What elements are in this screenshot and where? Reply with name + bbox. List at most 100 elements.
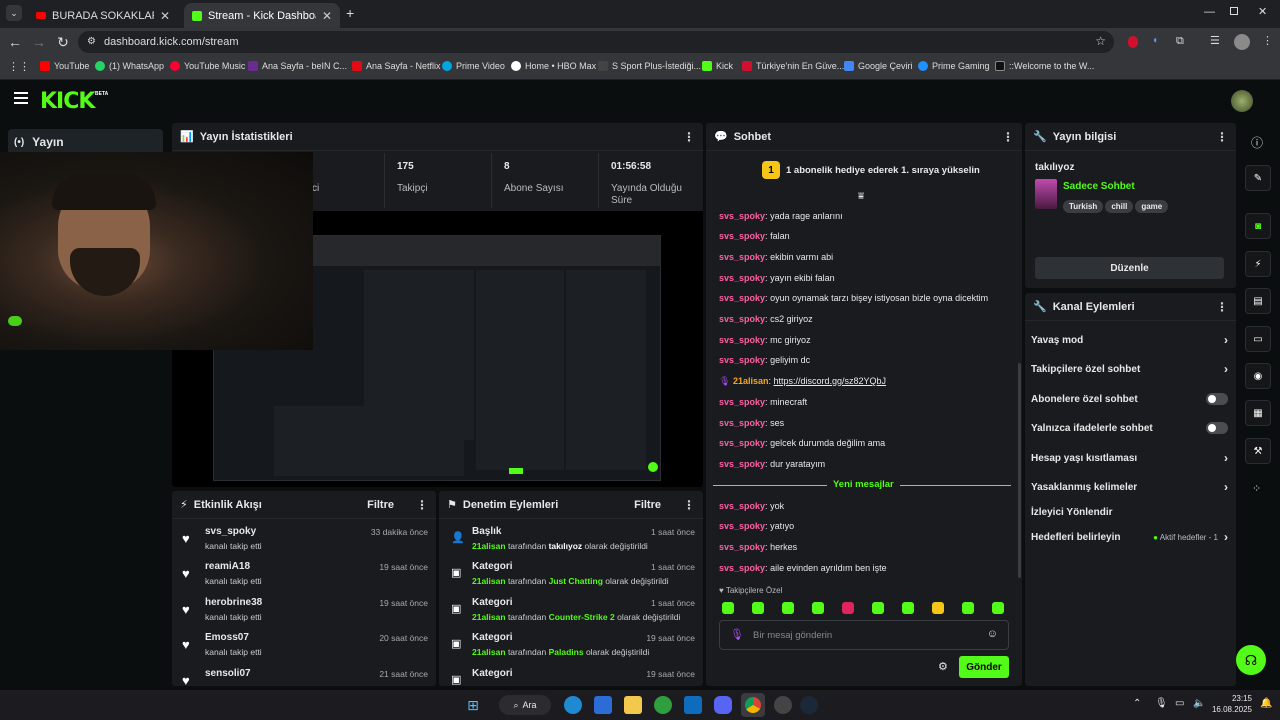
filter-button[interactable]: Filtre bbox=[367, 499, 394, 511]
clock[interactable]: 23:15 16.08.2025 bbox=[1210, 693, 1252, 715]
minimize-icon[interactable]: — bbox=[1204, 6, 1215, 18]
activity-user[interactable]: svs_spoky bbox=[205, 526, 256, 537]
camera-icon[interactable]: ◙ bbox=[1245, 213, 1271, 239]
emote-icon[interactable] bbox=[902, 602, 914, 614]
outlook-icon[interactable] bbox=[684, 696, 702, 714]
mod-value[interactable]: Counter-Strike 2 bbox=[549, 612, 615, 622]
bookmark-welcome[interactable]: ::Welcome to the W... bbox=[995, 61, 1094, 71]
explorer-icon[interactable] bbox=[624, 696, 642, 714]
kick-logo[interactable]: KICK bbox=[40, 89, 95, 114]
tag[interactable]: game bbox=[1135, 200, 1169, 213]
chat-settings-icon[interactable]: ⚙ bbox=[938, 660, 948, 673]
subscribers-chat-toggle[interactable] bbox=[1206, 393, 1228, 405]
forward-icon[interactable]: → bbox=[30, 33, 48, 51]
store-icon[interactable] bbox=[594, 696, 612, 714]
network-icon[interactable]: ▭ bbox=[1175, 698, 1184, 709]
support-icon[interactable]: ☊ bbox=[1236, 645, 1266, 675]
chat-username[interactable]: svs_spoky bbox=[719, 397, 765, 407]
bookmark-prime-gaming[interactable]: Prime Gaming bbox=[918, 61, 990, 71]
chat-username[interactable]: svs_spoky bbox=[719, 355, 765, 365]
chat-username[interactable]: svs_spoky bbox=[719, 273, 765, 283]
emote-icon[interactable] bbox=[872, 602, 884, 614]
mod-user[interactable]: 21alisan bbox=[472, 541, 506, 551]
followers-chat-row[interactable]: Takipçilere özel sohbet › bbox=[1031, 361, 1228, 377]
user-avatar[interactable] bbox=[1231, 90, 1253, 112]
emote-icon[interactable] bbox=[932, 602, 944, 614]
bookmark-whatsapp[interactable]: (1) WhatsApp bbox=[95, 61, 164, 71]
goals-row[interactable]: Hedefleri belirleyin ● Aktif hedefler - 1… bbox=[1031, 529, 1228, 545]
chat-username[interactable]: svs_spoky bbox=[719, 521, 765, 531]
discord-icon[interactable] bbox=[714, 696, 732, 714]
document-icon[interactable]: ▤ bbox=[1245, 288, 1271, 314]
chat-username[interactable]: svs_spoky bbox=[719, 563, 765, 573]
extension-icon[interactable] bbox=[1128, 36, 1138, 48]
banned-words-row[interactable]: Yasaklanmış kelimeler › bbox=[1031, 479, 1228, 495]
emotes-chat-toggle[interactable] bbox=[1206, 422, 1228, 434]
close-icon[interactable]: ✕ bbox=[322, 9, 332, 23]
mod-user[interactable]: 21alisan bbox=[472, 576, 506, 586]
chrome-icon[interactable] bbox=[741, 693, 765, 717]
app-icon[interactable] bbox=[774, 696, 792, 714]
emote-icon[interactable] bbox=[962, 602, 974, 614]
chat-input[interactable]: 🎙 Bir mesaj gönderin ☺ bbox=[719, 620, 1009, 650]
emote-icon[interactable] bbox=[752, 602, 764, 614]
taskbar-search[interactable]: ⌕ Ara bbox=[499, 695, 551, 715]
xbox-icon[interactable] bbox=[654, 696, 672, 714]
chat-username[interactable]: svs_spoky bbox=[719, 231, 765, 241]
extensions-icon[interactable]: ⧉ bbox=[1176, 35, 1184, 48]
chat-icon[interactable]: ▭ bbox=[1245, 326, 1271, 352]
tab-search-button[interactable]: ⌄ bbox=[6, 5, 22, 21]
edge-icon[interactable] bbox=[564, 696, 582, 714]
tag[interactable]: Turkish bbox=[1063, 200, 1104, 213]
address-bar[interactable]: ⚙ dashboard.kick.com/stream ☆ bbox=[78, 31, 1114, 53]
chat-username[interactable]: svs_spoky bbox=[719, 501, 765, 511]
chat-username[interactable]: svs_spoky bbox=[719, 252, 765, 262]
media-icon[interactable]: ☰ bbox=[1210, 34, 1220, 47]
chat-scrollbar[interactable] bbox=[1018, 363, 1021, 578]
mod-value[interactable]: Just Chatting bbox=[549, 576, 603, 586]
reload-icon[interactable]: ↻ bbox=[54, 33, 72, 51]
emote-icon[interactable] bbox=[782, 602, 794, 614]
slow-mode-row[interactable]: Yavaş mod › bbox=[1031, 332, 1228, 348]
emote-icon[interactable] bbox=[722, 602, 734, 614]
layout-icon[interactable]: ▦ bbox=[1245, 400, 1271, 426]
chat-username[interactable]: svs_spoky bbox=[719, 293, 765, 303]
windows-start-icon[interactable]: ⊞ bbox=[464, 696, 482, 714]
more-options-icon[interactable]: ⋮ bbox=[1216, 300, 1228, 314]
activity-user[interactable]: reamiA18 bbox=[205, 561, 250, 572]
bookmark-turkiye[interactable]: Türkiye'nin En Güve... bbox=[742, 61, 844, 71]
bookmark-google-translate[interactable]: Google Çeviri bbox=[844, 61, 913, 71]
extension-icon[interactable]: ◖ bbox=[1152, 35, 1158, 46]
tray-chevron-icon[interactable]: ⌃ bbox=[1133, 698, 1141, 709]
close-window-icon[interactable]: ✕ bbox=[1258, 5, 1267, 18]
chat-username[interactable]: svs_spoky bbox=[719, 211, 765, 221]
activity-user[interactable]: herobrine38 bbox=[205, 597, 262, 608]
more-options-icon[interactable]: ⋮ bbox=[1002, 130, 1014, 144]
filter-button[interactable]: Filtre bbox=[634, 499, 661, 511]
redirect-viewers-row[interactable]: İzleyici Yönlendir bbox=[1031, 504, 1228, 520]
info-icon[interactable]: ⓘ bbox=[1251, 134, 1263, 151]
emote-icon[interactable] bbox=[812, 602, 824, 614]
category-name[interactable]: Sadece Sohbet bbox=[1063, 181, 1135, 192]
hamburger-menu-icon[interactable] bbox=[14, 92, 28, 104]
more-options-icon[interactable]: ⋮ bbox=[1216, 130, 1228, 144]
volume-icon[interactable]: 🔈 bbox=[1193, 698, 1205, 709]
tag[interactable]: chill bbox=[1105, 200, 1134, 213]
bookmark-prime-video[interactable]: Prime Video bbox=[442, 61, 505, 71]
activity-user[interactable]: Emoss07 bbox=[205, 632, 249, 643]
chat-username[interactable]: svs_spoky bbox=[719, 542, 765, 552]
bookmark-s-sport[interactable]: S Sport Plus-İstediği... bbox=[598, 61, 701, 71]
collapse-icon[interactable]: ⩸ bbox=[858, 191, 864, 202]
mod-value[interactable]: Paladins bbox=[549, 647, 584, 657]
bookmark-star-icon[interactable]: ☆ bbox=[1095, 34, 1106, 48]
mod-user[interactable]: 21alisan bbox=[472, 612, 506, 622]
chat-username[interactable]: svs_spoky bbox=[719, 438, 765, 448]
tab-youtube[interactable]: BURADA SOKAKLAR - BATUFLE ✕ bbox=[28, 3, 178, 28]
bookmark-hbo-max[interactable]: Home • HBO Max bbox=[511, 61, 596, 71]
mic-icon[interactable]: 🎙 bbox=[730, 628, 744, 641]
bookmark-youtube[interactable]: YouTube bbox=[40, 61, 89, 71]
more-options-icon[interactable]: ⋮ bbox=[683, 130, 695, 144]
edit-button[interactable]: Düzenle bbox=[1035, 257, 1224, 279]
mic-tray-icon[interactable]: 🎙 bbox=[1155, 698, 1168, 709]
apps-icon[interactable]: ⁘ bbox=[1252, 482, 1261, 495]
